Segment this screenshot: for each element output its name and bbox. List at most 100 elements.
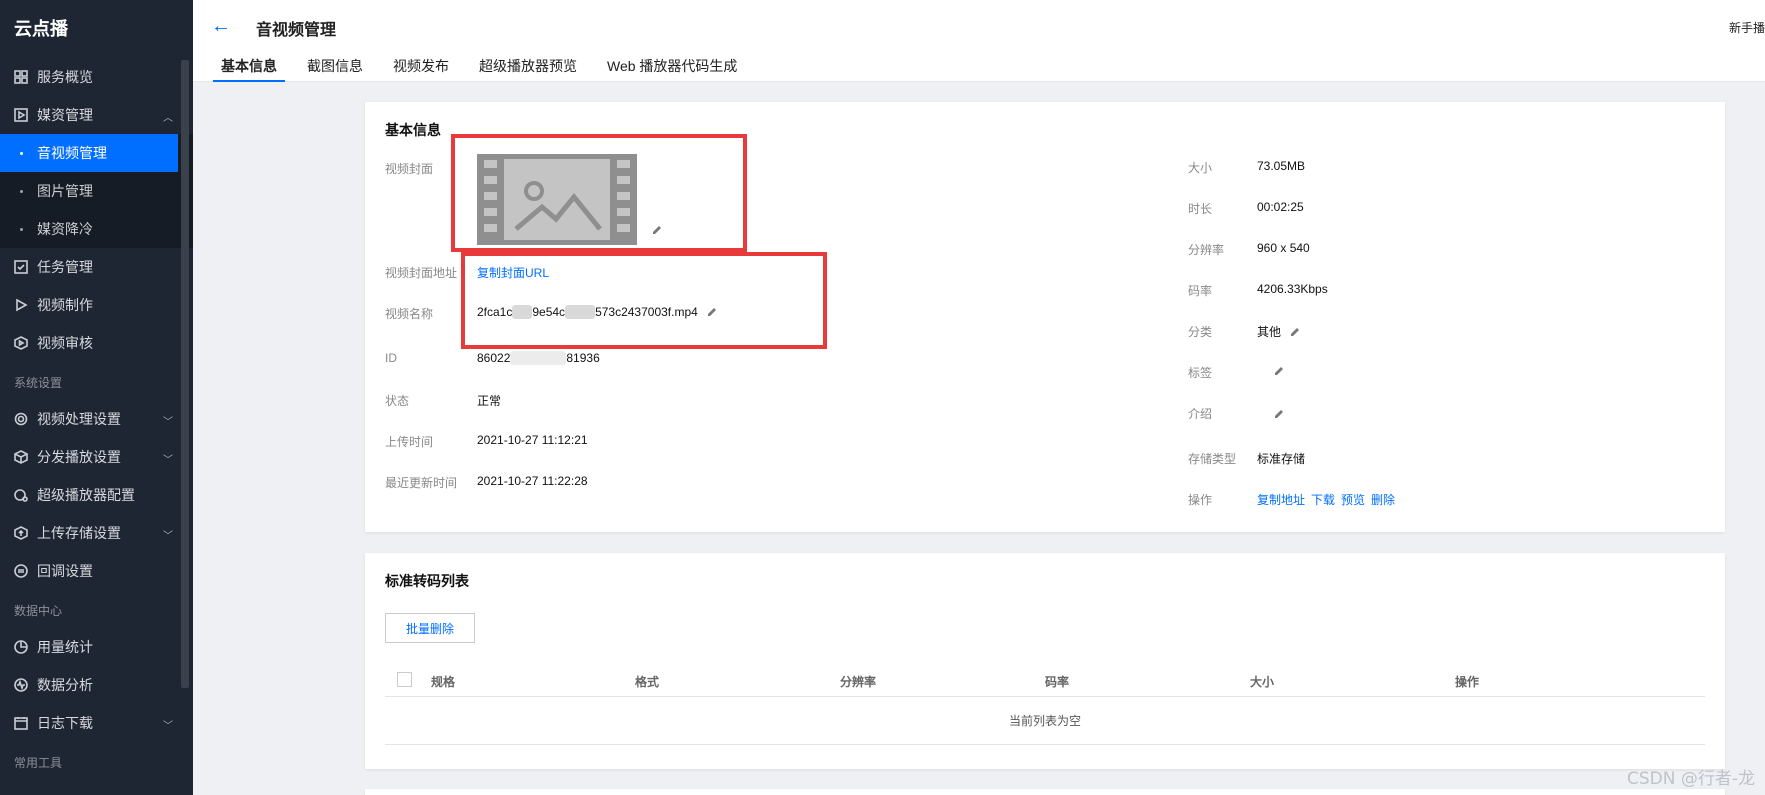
column-header[interactable]: 分辨率 bbox=[840, 673, 876, 690]
preview-link[interactable]: 预览 bbox=[1341, 491, 1365, 508]
sidebar-item-cold-storage[interactable]: 媒资降冷 bbox=[0, 210, 193, 248]
sidebar-item-video-review[interactable]: 视频审核 bbox=[0, 324, 193, 362]
column-header[interactable]: 码率 bbox=[1045, 673, 1069, 690]
watermark: CSDN @行者-龙 bbox=[1626, 769, 1755, 789]
resolution-value: 960 x 540 bbox=[1257, 241, 1310, 255]
category-value: 其他 bbox=[1257, 323, 1301, 340]
back-arrow-icon[interactable]: ← bbox=[211, 16, 231, 36]
sidebar-item-usage[interactable]: 用量统计 bbox=[0, 628, 193, 666]
copy-cover-url-link[interactable]: 复制封面URL bbox=[477, 264, 549, 281]
category-text: 其他 bbox=[1257, 325, 1282, 339]
column-header[interactable]: 规格 bbox=[431, 673, 455, 690]
shield-play-icon bbox=[14, 336, 28, 350]
category-label: 分类 bbox=[1188, 325, 1213, 339]
sidebar-item-label: 日志下载 bbox=[37, 715, 93, 731]
storage-icon bbox=[14, 526, 28, 540]
sidebar-item-label: 视频处理设置 bbox=[37, 411, 121, 427]
sidebar-item-label: 媒资降冷 bbox=[37, 221, 93, 237]
edit-tags-pencil-icon[interactable] bbox=[1273, 365, 1285, 377]
edit-name-pencil-icon[interactable] bbox=[706, 306, 718, 318]
duration-label: 时长 bbox=[1188, 202, 1213, 216]
column-header[interactable]: 大小 bbox=[1250, 673, 1274, 690]
pulse-icon bbox=[14, 678, 28, 692]
sidebar-item-label: 媒资管理 bbox=[37, 107, 93, 123]
media-submenu: 音视频管理 图片管理 媒资降冷 bbox=[0, 134, 193, 248]
card-title: 基本信息 bbox=[385, 122, 441, 138]
tab-web-player-code[interactable]: Web 播放器代码生成 bbox=[599, 52, 745, 82]
operations-links: 复制地址 下载 预览 删除 bbox=[1257, 491, 1395, 508]
help-link[interactable]: 新手播 bbox=[1729, 19, 1765, 36]
sidebar-scrollbar[interactable] bbox=[181, 60, 189, 688]
download-link[interactable]: 下载 bbox=[1311, 491, 1335, 508]
sidebar-item-upload-storage[interactable]: 上传存储设置 ﹀ bbox=[0, 514, 193, 552]
status-value: 正常 bbox=[477, 394, 502, 408]
tab-basic-info[interactable]: 基本信息 bbox=[213, 52, 285, 82]
group-title-system: 系统设置 bbox=[14, 376, 63, 390]
table-header: 规格 格式 分辨率 码率 大小 操作 bbox=[385, 661, 1705, 697]
sidebar-item-label: 回调设置 bbox=[37, 563, 93, 579]
gear-icon bbox=[14, 412, 28, 426]
play-icon bbox=[14, 298, 28, 312]
chevron-down-icon: ﹀ bbox=[163, 531, 173, 542]
cube-icon bbox=[14, 450, 28, 464]
video-cover-thumbnail[interactable] bbox=[477, 154, 637, 245]
id-label: ID bbox=[385, 351, 397, 365]
callback-icon bbox=[14, 564, 28, 578]
bitrate-value: 4206.33Kbps bbox=[1257, 282, 1328, 296]
image-placeholder-icon bbox=[504, 159, 610, 240]
cover-url-label: 视频封面地址 bbox=[385, 266, 458, 280]
sidebar-item-label: 音视频管理 bbox=[37, 145, 107, 161]
sidebar-item-tasks[interactable]: 任务管理 bbox=[0, 248, 193, 286]
sidebar-item-label: 数据分析 bbox=[37, 677, 93, 693]
calendar-icon bbox=[14, 716, 28, 730]
sidebar-item-video-process[interactable]: 视频处理设置 ﹀ bbox=[0, 400, 193, 438]
sidebar: 云点播 服务概览 媒资管理 ︿ 音视频管理 图片管理 媒资降冷 任务管理 视频制… bbox=[0, 0, 193, 795]
delete-link[interactable]: 删除 bbox=[1371, 491, 1395, 508]
copy-address-link[interactable]: 复制地址 bbox=[1257, 491, 1305, 508]
sidebar-item-distribute[interactable]: 分发播放设置 ﹀ bbox=[0, 438, 193, 476]
tab-screenshot-info[interactable]: 截图信息 bbox=[299, 52, 371, 82]
card-title: 标准转码列表 bbox=[385, 573, 469, 589]
tab-video-publish[interactable]: 视频发布 bbox=[385, 52, 457, 82]
page-title: 音视频管理 bbox=[256, 22, 337, 39]
edit-category-pencil-icon[interactable] bbox=[1289, 326, 1301, 338]
batch-delete-button[interactable]: 批量删除 bbox=[385, 613, 475, 643]
sidebar-item-logs[interactable]: 日志下载 ﹀ bbox=[0, 704, 193, 742]
edit-cover-pencil-icon[interactable] bbox=[651, 224, 663, 236]
sidebar-item-player-config[interactable]: 超级播放器配置 bbox=[0, 476, 193, 514]
tab-bar: 基本信息 截图信息 视频发布 超级播放器预览 Web 播放器代码生成 bbox=[213, 52, 759, 82]
brand-logo[interactable]: 云点播 bbox=[0, 0, 193, 58]
operations-label: 操作 bbox=[1188, 493, 1213, 507]
column-header[interactable]: 格式 bbox=[635, 673, 659, 690]
resolution-label: 分辨率 bbox=[1188, 243, 1225, 257]
column-header[interactable]: 操作 bbox=[1455, 673, 1479, 690]
player-gear-icon bbox=[14, 488, 28, 502]
sidebar-item-av-manage[interactable]: 音视频管理 bbox=[0, 134, 178, 172]
sidebar-item-media[interactable]: 媒资管理 ︿ bbox=[0, 96, 193, 134]
storage-type-label: 存储类型 bbox=[1188, 452, 1237, 466]
sidebar-item-callback[interactable]: 回调设置 bbox=[0, 552, 193, 590]
select-all-checkbox[interactable] bbox=[397, 672, 412, 687]
video-name-part: 573c2437003f.mp4 bbox=[595, 305, 698, 319]
grid-icon bbox=[14, 70, 28, 84]
chevron-down-icon: ﹀ bbox=[163, 417, 173, 428]
sidebar-item-label: 超级播放器配置 bbox=[37, 487, 135, 503]
size-label: 大小 bbox=[1188, 161, 1213, 175]
sidebar-item-image-manage[interactable]: 图片管理 bbox=[0, 172, 193, 210]
transcode-list-card: 标准转码列表 批量删除 规格 格式 分辨率 码率 大小 操作 当前列表为空 bbox=[365, 553, 1725, 769]
sidebar-item-analytics[interactable]: 数据分析 bbox=[0, 666, 193, 704]
sidebar-item-label: 视频制作 bbox=[37, 297, 93, 313]
bullet-icon bbox=[20, 189, 23, 193]
edit-intro-pencil-icon[interactable] bbox=[1273, 408, 1285, 420]
tab-player-preview[interactable]: 超级播放器预览 bbox=[471, 52, 585, 82]
upload-time-value: 2021-10-27 11:12:21 bbox=[477, 433, 588, 447]
page-header: ← 音视频管理 新手播 基本信息 截图信息 视频发布 超级播放器预览 Web 播… bbox=[193, 0, 1765, 82]
sidebar-item-label: 用量统计 bbox=[37, 639, 93, 655]
sidebar-item-label: 上传存储设置 bbox=[37, 525, 121, 541]
updated-time-value: 2021-10-27 11:22:28 bbox=[477, 474, 588, 488]
sidebar-item-video-make[interactable]: 视频制作 bbox=[0, 286, 193, 324]
sidebar-item-overview[interactable]: 服务概览 bbox=[0, 58, 193, 96]
tags-label: 标签 bbox=[1188, 366, 1213, 380]
updated-time-label: 最近更新时间 bbox=[385, 476, 458, 490]
cover-label: 视频封面 bbox=[385, 162, 434, 176]
